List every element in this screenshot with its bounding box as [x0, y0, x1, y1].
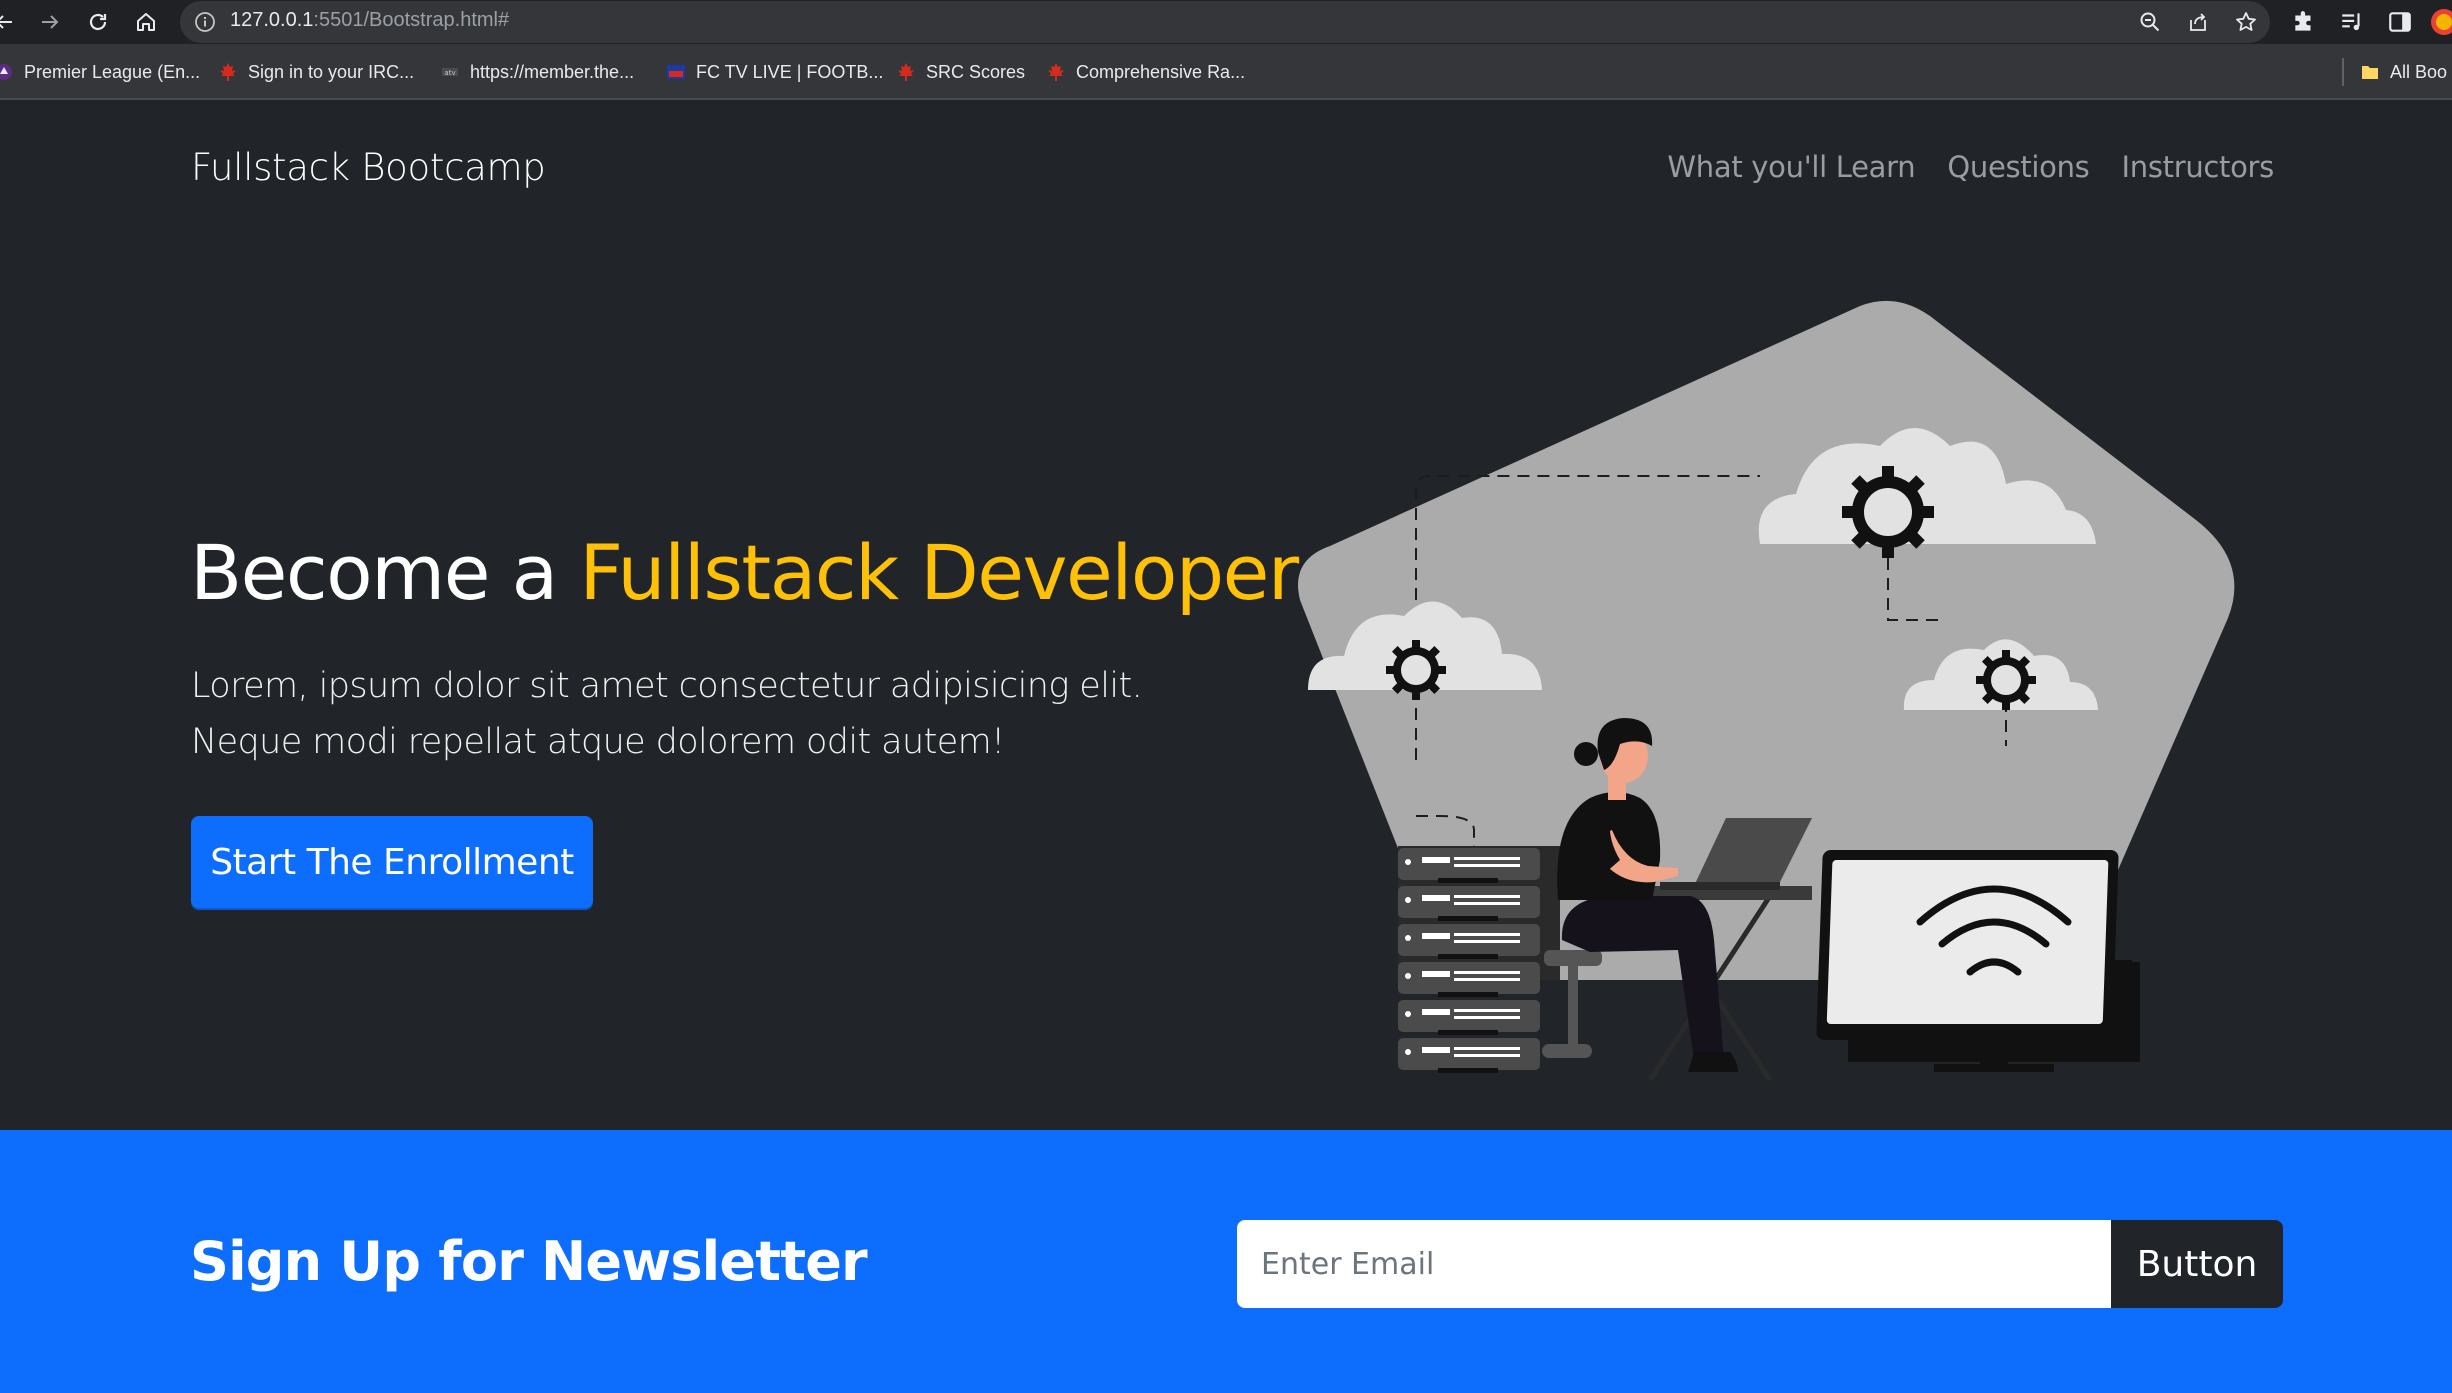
email-field[interactable] — [1237, 1220, 2111, 1308]
back-button[interactable] — [0, 4, 22, 40]
page-content: Fullstack Bootcamp What you'll Learn Que… — [0, 100, 2452, 1393]
extensions-button[interactable] — [2290, 8, 2318, 36]
bookmark-item[interactable]: atv https://member.the... — [440, 59, 634, 85]
maple-leaf-icon — [898, 63, 914, 81]
nav-link-questions[interactable]: Questions — [1947, 150, 2089, 184]
hero-title-prefix: Become a — [190, 528, 580, 617]
premier-league-icon — [0, 64, 12, 80]
bookmark-star-icon[interactable] — [2234, 10, 2258, 34]
hero-illustration — [1298, 300, 2235, 1082]
bookmark-item[interactable]: Comprehensive Ra... — [1046, 59, 1245, 85]
all-bookmarks-button[interactable]: All Boo — [2360, 59, 2447, 85]
puzzle-icon — [2295, 11, 2311, 31]
hero-description: Lorem, ipsum dolor sit amet consectetur … — [191, 666, 1143, 762]
bookmarks-bar: Premier League (En... Sign in to your IR… — [0, 44, 2452, 100]
fctv-icon — [667, 65, 685, 79]
start-enrollment-button[interactable]: Start The Enrollment — [191, 816, 593, 908]
svg-text:atv: atv — [444, 69, 455, 77]
bookmark-item[interactable]: SRC Scores — [896, 59, 1025, 85]
reading-list-button[interactable] — [2338, 8, 2366, 36]
monitor-icon — [1816, 850, 2140, 1072]
home-icon — [137, 13, 155, 31]
arrow-right-icon — [42, 15, 59, 29]
bookmark-item[interactable]: Premier League (En... — [0, 59, 200, 85]
reload-button[interactable] — [80, 4, 116, 40]
server-rack-icon — [1398, 846, 1560, 1073]
profile-button[interactable] — [2430, 8, 2452, 36]
folder-icon — [2362, 66, 2378, 79]
arrow-left-icon — [0, 15, 12, 29]
bookmarks-divider — [2342, 58, 2344, 86]
reload-icon — [89, 13, 107, 31]
avatar — [2431, 9, 2452, 35]
maple-leaf-icon — [220, 63, 236, 81]
navbar-brand[interactable]: Fullstack Bootcamp — [191, 146, 546, 189]
hero-title-accent: Fullstack Developer — [579, 528, 1299, 617]
nav-link-instructors[interactable]: Instructors — [2121, 150, 2274, 184]
member-site-icon: atv — [442, 68, 458, 77]
newsletter-section: Sign Up for Newsletter Button — [0, 1130, 2452, 1393]
forward-button[interactable] — [32, 4, 68, 40]
side-panel-icon — [2389, 12, 2411, 32]
share-icon[interactable] — [2186, 10, 2210, 34]
reading-list-icon — [2342, 13, 2360, 31]
navbar-links: What you'll Learn Questions Instructors — [1667, 150, 2274, 184]
newsletter-title: Sign Up for Newsletter — [190, 1230, 868, 1293]
address-bar[interactable]: 127.0.0.1:5501/Bootstrap.html# — [180, 1, 2270, 43]
browser-toolbar: 127.0.0.1:5501/Bootstrap.html# — [0, 0, 2452, 44]
home-button[interactable] — [128, 4, 164, 40]
side-panel-button[interactable] — [2386, 8, 2414, 36]
bookmark-item[interactable]: Sign in to your IRC... — [218, 59, 414, 85]
hero-title: Become a Fullstack Developer — [190, 528, 1299, 617]
maple-leaf-icon — [1048, 63, 1064, 81]
nav-link-learn[interactable]: What you'll Learn — [1667, 150, 1915, 184]
site-info-icon[interactable] — [194, 11, 216, 33]
zoom-icon[interactable] — [2138, 10, 2162, 34]
newsletter-submit-button[interactable]: Button — [2111, 1220, 2283, 1308]
url-text: 127.0.0.1:5501/Bootstrap.html# — [230, 9, 510, 31]
bookmark-item[interactable]: FC TV LIVE | FOOTB... — [666, 59, 883, 85]
